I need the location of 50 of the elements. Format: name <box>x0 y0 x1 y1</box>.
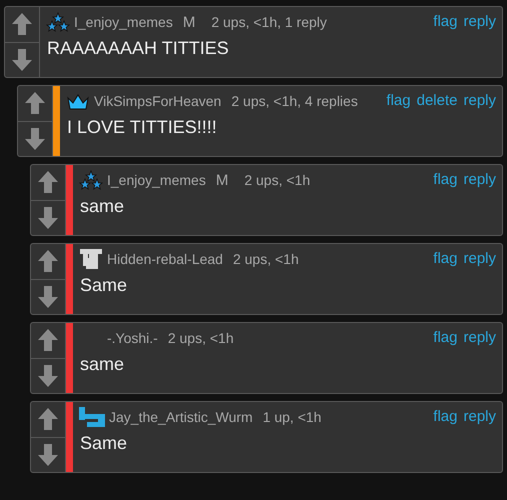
crown-icon <box>66 92 90 110</box>
action-link[interactable]: flag <box>433 327 458 349</box>
down-arrow-icon <box>38 364 58 387</box>
comment-meta: 2 ups, <1h <box>244 171 310 190</box>
action-link[interactable]: reply <box>463 11 496 33</box>
comment-meta: 2 ups, <1h, 1 reply <box>211 13 327 32</box>
comment-meta: 2 ups, <1h <box>168 329 234 348</box>
action-link[interactable]: reply <box>463 406 496 428</box>
action-link[interactable]: flag <box>433 406 458 428</box>
username-link[interactable]: Hidden-rebal-Lead <box>107 248 223 270</box>
action-link[interactable]: flag <box>433 248 458 270</box>
mod-label: M <box>216 172 228 188</box>
comment-text: RAAAAAAAH TITTIES <box>46 37 230 60</box>
down-arrow-icon <box>38 206 58 229</box>
avatar-icon <box>79 407 105 427</box>
up-arrow-icon <box>12 13 32 36</box>
username-link[interactable]: I_enjoy_memes <box>107 169 206 191</box>
comment-meta: 1 up, <1h <box>262 408 322 427</box>
up-arrow-icon <box>38 408 58 430</box>
avatar-icon <box>79 248 103 270</box>
action-link[interactable]: delete <box>416 90 458 112</box>
action-link[interactable]: reply <box>463 169 496 191</box>
down-arrow-icon <box>25 128 45 150</box>
up-arrow-icon <box>38 250 58 272</box>
username-link[interactable]: -.Yoshi.- <box>107 327 158 349</box>
up-arrow-icon <box>38 329 58 352</box>
action-link[interactable]: reply <box>463 327 496 349</box>
down-arrow-icon <box>38 286 58 308</box>
down-arrow-icon <box>38 444 58 466</box>
comment-text: Same <box>79 432 128 455</box>
comment-meta: 2 ups, <1h <box>232 250 299 269</box>
action-link[interactable]: reply <box>463 248 496 270</box>
up-arrow-icon <box>38 171 58 194</box>
comment-text: same <box>79 195 126 218</box>
username-link[interactable]: I_enjoy_memes <box>74 11 173 33</box>
up-arrow-icon <box>25 92 45 114</box>
comment-text: Same <box>79 274 128 297</box>
action-link[interactable]: flag <box>386 90 411 112</box>
stars-icon <box>46 12 70 32</box>
down-arrow-icon <box>12 48 32 71</box>
mod-label: M <box>182 14 196 30</box>
comment-text: I LOVE TITTIES!!!! <box>66 116 218 139</box>
username-link[interactable]: VikSimpsForHeaven <box>94 90 222 112</box>
action-link[interactable]: flag <box>433 11 458 33</box>
comment-text: same <box>79 353 126 376</box>
comment-meta: 2 ups, <1h, 4 replies <box>231 92 358 111</box>
stars-icon <box>79 170 103 190</box>
action-link[interactable]: reply <box>463 90 496 112</box>
username-link[interactable]: Jay_the_Artistic_Wurm <box>109 406 253 428</box>
action-link[interactable]: flag <box>433 169 458 191</box>
